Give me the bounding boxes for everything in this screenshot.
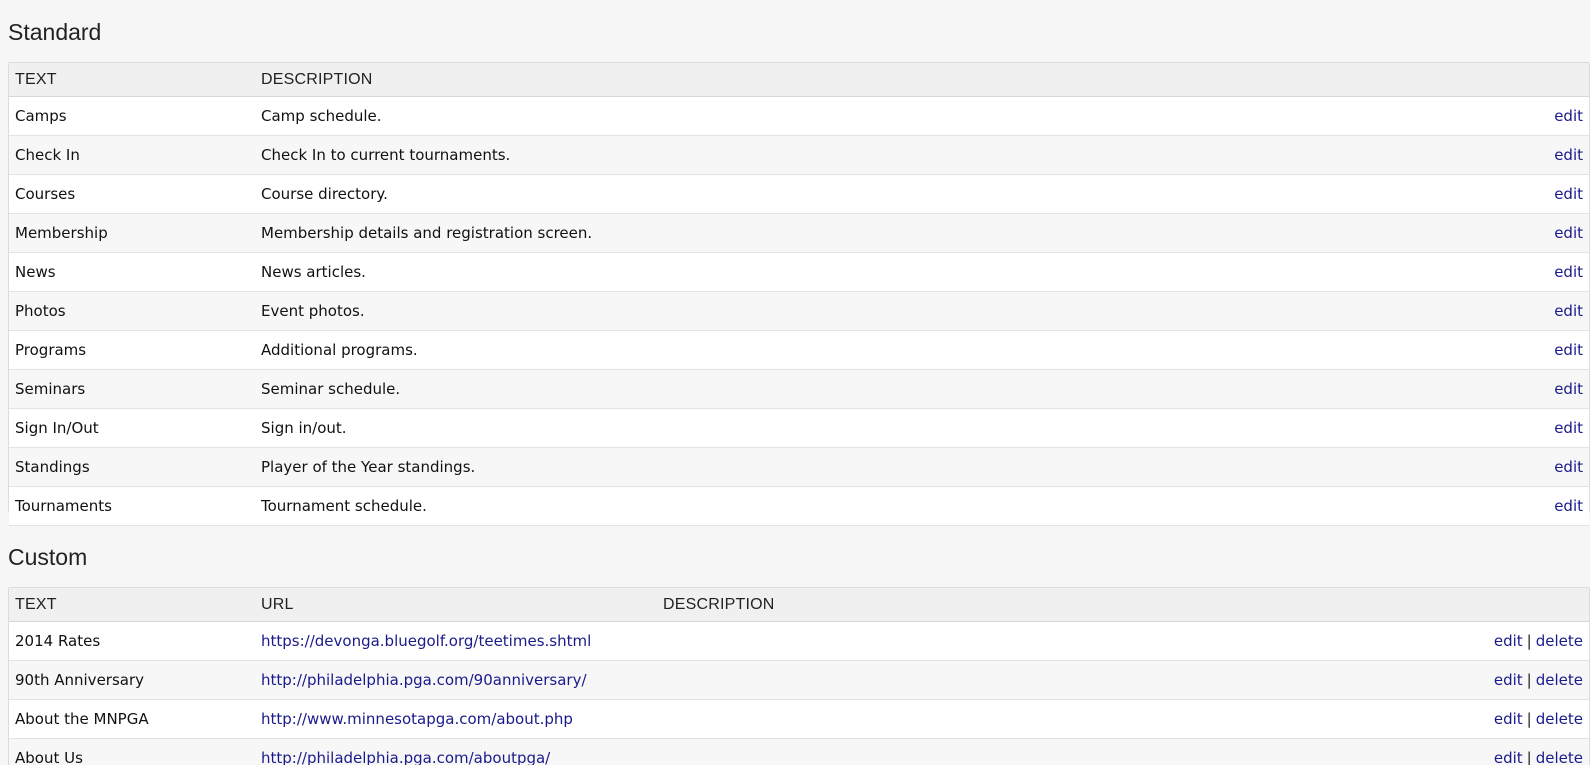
- row-actions: edit: [1554, 292, 1583, 330]
- custom-section-title: Custom: [8, 544, 88, 570]
- row-actions: edit: [1554, 448, 1583, 486]
- table-row: Programs Additional programs. edit: [9, 331, 1589, 370]
- custom-table-header: TEXT URL DESCRIPTION: [9, 588, 1589, 622]
- row-actions: edit: [1554, 370, 1583, 408]
- row-description: Check In to current tournaments.: [261, 146, 511, 164]
- edit-link[interactable]: edit: [1554, 302, 1583, 320]
- row-description: News articles.: [261, 263, 366, 281]
- header-description: DESCRIPTION: [663, 596, 775, 613]
- standard-table-header: TEXT DESCRIPTION: [9, 63, 1589, 97]
- table-row: Sign In/Out Sign in/out. edit: [9, 409, 1589, 448]
- table-row: About the MNPGA http://www.minnesotapga.c…: [9, 700, 1589, 739]
- edit-link[interactable]: edit: [1554, 497, 1583, 515]
- row-actions: edit: [1554, 253, 1583, 291]
- edit-link[interactable]: edit: [1554, 185, 1583, 203]
- row-actions: edit: [1554, 487, 1583, 525]
- row-description: Membership details and registration scre…: [261, 224, 593, 242]
- table-row: Tournaments Tournament schedule. edit: [9, 487, 1589, 526]
- edit-link[interactable]: edit: [1554, 380, 1583, 398]
- row-text: Camps: [15, 107, 67, 125]
- table-row: Photos Event photos. edit: [9, 292, 1589, 331]
- row-text: Membership: [15, 224, 108, 242]
- header-description: DESCRIPTION: [261, 71, 373, 88]
- standard-rows: Camps Camp schedule. edit Check In Check In …: [9, 97, 1589, 526]
- row-description: Event photos.: [261, 302, 365, 320]
- edit-link[interactable]: edit: [1494, 710, 1523, 728]
- table-row: Membership Membership details and registr…: [9, 214, 1589, 253]
- row-text: News: [15, 263, 56, 281]
- action-separator: |: [1526, 671, 1532, 689]
- table-row: 90th Anniversary http://philadelphia.pga.…: [9, 661, 1589, 700]
- row-url-link[interactable]: http://www.minnesotapga.com/about.php: [261, 700, 573, 738]
- table-row: Seminars Seminar schedule. edit: [9, 370, 1589, 409]
- row-description: Additional programs.: [261, 341, 418, 359]
- edit-link[interactable]: edit: [1554, 341, 1583, 359]
- edit-link[interactable]: edit: [1554, 419, 1583, 437]
- row-text: About Us: [15, 749, 83, 765]
- edit-link[interactable]: edit: [1554, 224, 1583, 242]
- row-text: 90th Anniversary: [15, 671, 145, 689]
- table-row: News News articles. edit: [9, 253, 1589, 292]
- header-text: TEXT: [15, 596, 57, 613]
- edit-link[interactable]: edit: [1554, 107, 1583, 125]
- row-description: Seminar schedule.: [261, 380, 401, 398]
- action-separator: |: [1526, 710, 1532, 728]
- row-text: Seminars: [15, 380, 86, 398]
- standard-section-title: Standard: [8, 19, 102, 45]
- row-actions: edit: [1554, 175, 1583, 213]
- delete-link[interactable]: delete: [1536, 632, 1583, 650]
- standard-table: TEXT DESCRIPTION Camps Camp schedule. edit…: [8, 62, 1590, 526]
- page: Standard TEXT DESCRIPTION Camps Camp sche…: [0, 0, 1590, 765]
- edit-link[interactable]: edit: [1494, 632, 1523, 650]
- table-row: About Us http://philadelphia.pga.com/abou…: [9, 739, 1589, 765]
- delete-link[interactable]: delete: [1536, 749, 1583, 765]
- row-description: Tournament schedule.: [261, 497, 427, 515]
- action-separator: |: [1526, 749, 1532, 765]
- row-text: About the MNPGA: [15, 710, 149, 728]
- row-text: Tournaments: [15, 497, 112, 515]
- table-row: Courses Course directory. edit: [9, 175, 1589, 214]
- row-text: Courses: [15, 185, 76, 203]
- row-text: Photos: [15, 302, 66, 320]
- row-text: Check In: [15, 146, 80, 164]
- custom-table: TEXT URL DESCRIPTION 2014 Rates https://d…: [8, 587, 1590, 765]
- table-row: Check In Check In to current tournaments.…: [9, 136, 1589, 175]
- row-url-link[interactable]: http://philadelphia.pga.com/aboutpga/: [261, 739, 550, 765]
- row-description: Camp schedule.: [261, 107, 382, 125]
- custom-rows: 2014 Rates https://devonga.bluegolf.org/t…: [9, 622, 1589, 765]
- edit-link[interactable]: edit: [1494, 671, 1523, 689]
- row-url-link[interactable]: https://devonga.bluegolf.org/teetimes.sh…: [261, 622, 591, 660]
- row-actions: edit: [1554, 97, 1583, 135]
- row-url-link[interactable]: http://philadelphia.pga.com/90anniversar…: [261, 661, 587, 699]
- edit-link[interactable]: edit: [1554, 146, 1583, 164]
- edit-link[interactable]: edit: [1554, 263, 1583, 281]
- table-row: Camps Camp schedule. edit: [9, 97, 1589, 136]
- row-description: Player of the Year standings.: [261, 458, 476, 476]
- header-text: TEXT: [15, 71, 57, 88]
- row-actions: edit: [1554, 409, 1583, 447]
- row-text: Sign In/Out: [15, 419, 99, 437]
- row-text: Programs: [15, 341, 87, 359]
- row-actions: edit | delete: [1494, 739, 1583, 765]
- row-actions: edit | delete: [1494, 700, 1583, 738]
- edit-link[interactable]: edit: [1554, 458, 1583, 476]
- row-actions: edit: [1554, 136, 1583, 174]
- row-actions: edit | delete: [1494, 622, 1583, 660]
- row-actions: edit: [1554, 331, 1583, 369]
- row-actions: edit | delete: [1494, 661, 1583, 699]
- row-text: Standings: [15, 458, 90, 476]
- table-row: 2014 Rates https://devonga.bluegolf.org/t…: [9, 622, 1589, 661]
- table-row: Standings Player of the Year standings. ed…: [9, 448, 1589, 487]
- row-description: Sign in/out.: [261, 419, 347, 437]
- delete-link[interactable]: delete: [1536, 671, 1583, 689]
- header-url: URL: [261, 596, 294, 613]
- edit-link[interactable]: edit: [1494, 749, 1523, 765]
- row-description: Course directory.: [261, 185, 388, 203]
- delete-link[interactable]: delete: [1536, 710, 1583, 728]
- row-actions: edit: [1554, 214, 1583, 252]
- action-separator: |: [1526, 632, 1532, 650]
- row-text: 2014 Rates: [15, 632, 101, 650]
